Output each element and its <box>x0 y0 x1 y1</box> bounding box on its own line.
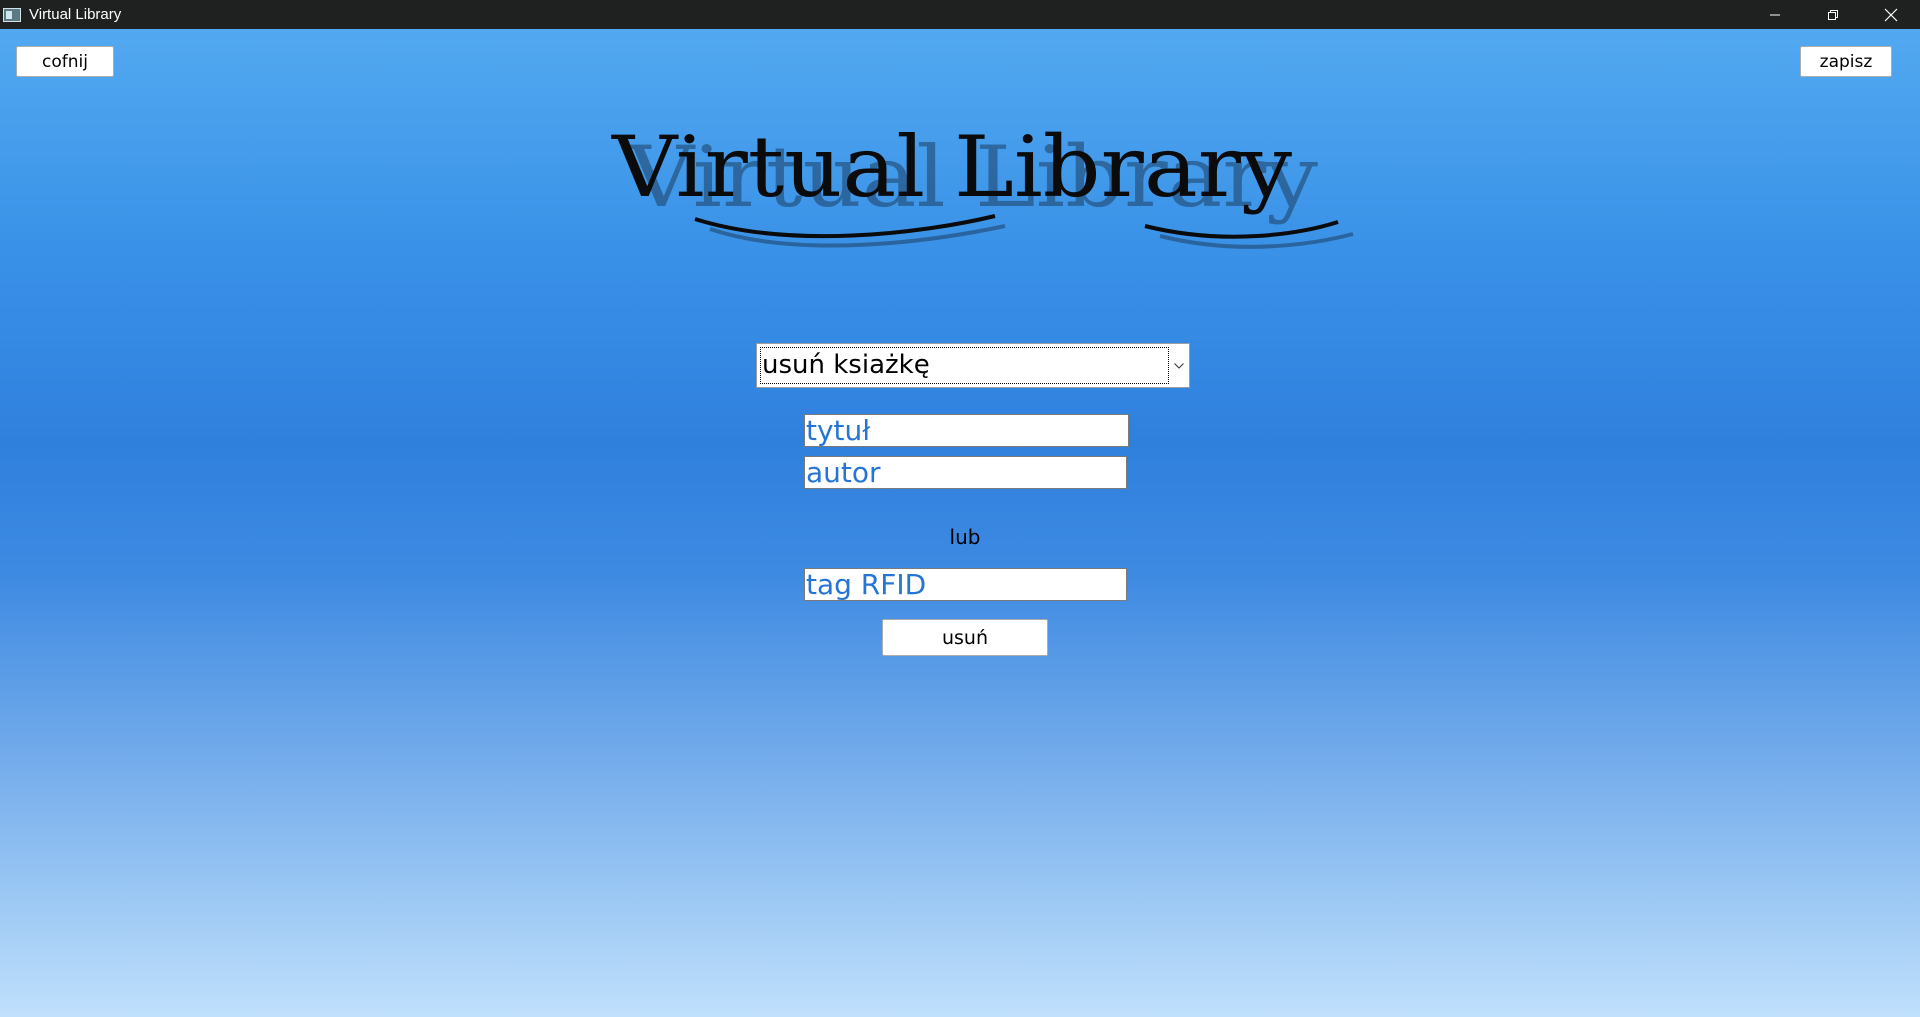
title-bar[interactable]: Virtual Library <box>0 0 1920 29</box>
close-button[interactable] <box>1862 0 1920 29</box>
author-input[interactable] <box>804 456 1127 489</box>
save-button[interactable]: zapisz <box>1800 46 1892 77</box>
action-select[interactable]: usuń ksiażkę <box>756 343 1190 388</box>
restore-icon <box>1828 9 1838 20</box>
app-window: Virtual Library cofnij zapisz Virtual Li… <box>0 0 1920 1017</box>
window-controls <box>1746 0 1920 29</box>
minimize-icon <box>1770 14 1780 15</box>
app-icon <box>3 7 21 22</box>
back-button[interactable]: cofnij <box>16 46 114 77</box>
delete-button[interactable]: usuń <box>882 619 1048 656</box>
close-icon <box>1884 8 1898 21</box>
rfid-tag-input[interactable] <box>804 568 1127 601</box>
minimize-button[interactable] <box>1746 0 1804 29</box>
virtual-library-logo: Virtual Library Virtual Library <box>611 118 1354 249</box>
title-input[interactable] <box>804 414 1129 447</box>
restore-button[interactable] <box>1804 0 1862 29</box>
chevron-down-icon[interactable] <box>1169 344 1189 387</box>
main-area: cofnij zapisz Virtual Library Virtual Li… <box>0 29 1920 1017</box>
action-select-value: usuń ksiażkę <box>760 347 1169 384</box>
logo-text: Virtual Library <box>611 118 1293 216</box>
or-label: lub <box>949 525 981 549</box>
window-title: Virtual Library <box>29 6 122 23</box>
